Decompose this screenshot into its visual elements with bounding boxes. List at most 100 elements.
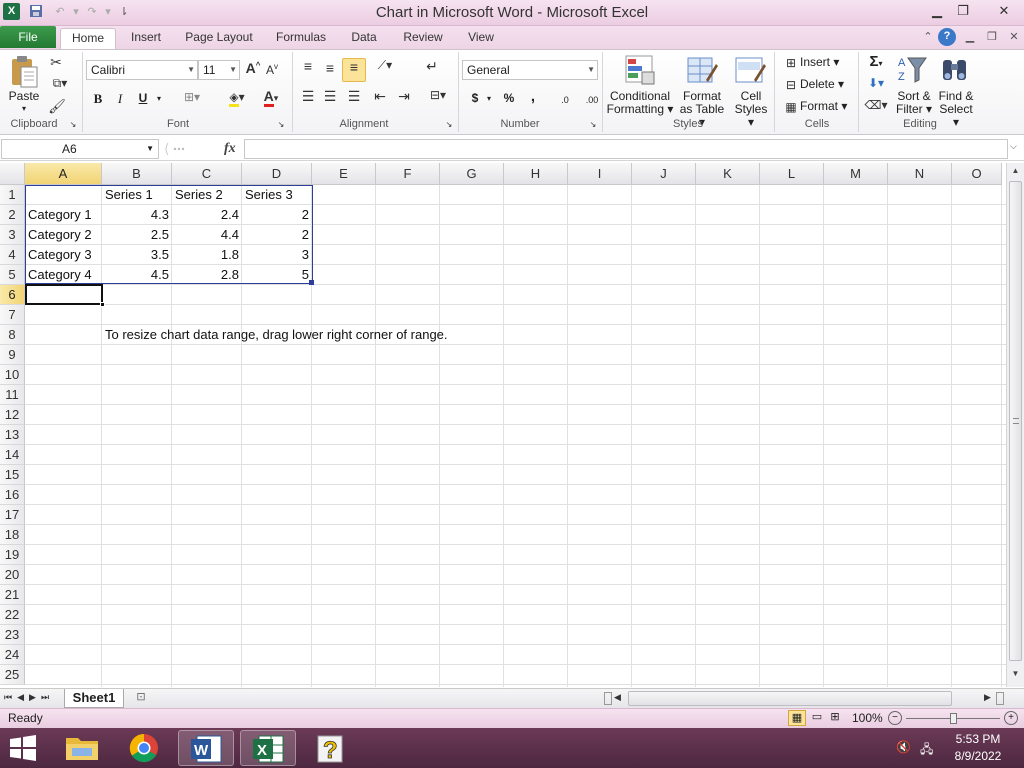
word-taskbar-button[interactable]: W bbox=[178, 730, 234, 766]
normal-view-icon[interactable]: ▦ bbox=[788, 710, 806, 726]
row-header-18[interactable]: 18 bbox=[0, 525, 25, 545]
fill-icon[interactable]: ⬇▾ bbox=[864, 76, 888, 90]
cell-styles-icon[interactable] bbox=[734, 54, 766, 86]
row-header-11[interactable]: 11 bbox=[0, 385, 25, 405]
tab-data[interactable]: Data bbox=[344, 28, 384, 49]
row-header-6[interactable]: 6 bbox=[0, 285, 25, 305]
page-break-view-icon[interactable]: ⊞ bbox=[826, 710, 844, 726]
cell-A5[interactable]: Category 4 bbox=[25, 265, 103, 285]
cell-A3[interactable]: Category 2 bbox=[25, 225, 103, 245]
underline-button[interactable]: U bbox=[134, 92, 152, 105]
cell-D3[interactable]: 2 bbox=[242, 225, 312, 245]
range-resize-handle[interactable] bbox=[309, 280, 314, 285]
scroll-right-icon[interactable]: ▶ bbox=[984, 692, 991, 703]
clear-icon[interactable]: ⌫▾ bbox=[864, 98, 888, 112]
tab-view[interactable]: View bbox=[460, 28, 502, 49]
column-header-a[interactable]: A bbox=[25, 163, 102, 185]
align-middle-icon[interactable]: ≡ bbox=[320, 60, 340, 76]
align-bottom-icon[interactable]: ≡ bbox=[342, 58, 366, 82]
cell-C2[interactable]: 2.4 bbox=[172, 205, 242, 225]
copy-icon[interactable]: ⧉▾ bbox=[48, 76, 72, 91]
zoom-in-icon[interactable]: + bbox=[1004, 711, 1018, 725]
column-header-f[interactable]: F bbox=[376, 163, 440, 185]
delete-cells-button[interactable]: Delete ▾ bbox=[800, 78, 850, 91]
cell-B4[interactable]: 3.5 bbox=[102, 245, 172, 265]
format-cells-icon[interactable]: ▦ bbox=[782, 100, 800, 114]
tab-formulas[interactable]: Formulas bbox=[268, 28, 334, 49]
row-header-5[interactable]: 5 bbox=[0, 265, 25, 285]
increase-decimal-button[interactable]: .0 bbox=[552, 94, 578, 107]
cell-D5[interactable]: 5 bbox=[242, 265, 312, 285]
cell-C4[interactable]: 1.8 bbox=[172, 245, 242, 265]
column-header-c[interactable]: C bbox=[172, 163, 242, 185]
worksheet-grid[interactable]: ABCDEFGHIJKLMNO 1 2 3 4 5 6 7 8 9 10 11 12 13 14 15 16 1… bbox=[0, 163, 1024, 687]
column-header-d[interactable]: D bbox=[242, 163, 312, 185]
decrease-indent-icon[interactable]: ⇤ bbox=[370, 88, 390, 105]
underline-dropdown-icon[interactable]: ▾ bbox=[154, 92, 164, 105]
minimize-ribbon-icon[interactable]: ⌃ bbox=[920, 29, 936, 45]
row-header-2[interactable]: 2 bbox=[0, 205, 25, 225]
cell-B2[interactable]: 4.3 bbox=[102, 205, 172, 225]
row-header-20[interactable]: 20 bbox=[0, 565, 25, 585]
fill-color-icon[interactable]: ◈▾ bbox=[222, 90, 252, 107]
row-header-22[interactable]: 22 bbox=[0, 605, 25, 625]
column-header-g[interactable]: G bbox=[440, 163, 504, 185]
row-header-3[interactable]: 3 bbox=[0, 225, 25, 245]
restore-button[interactable]: ❐ bbox=[948, 0, 978, 22]
sheet-navigation-icons[interactable]: ⏮◀▶⏭ bbox=[4, 692, 54, 703]
paste-icon[interactable] bbox=[9, 55, 39, 89]
alignment-launcher-icon[interactable]: ↘ bbox=[444, 120, 454, 129]
insert-cells-button[interactable]: Insert ▾ bbox=[800, 56, 850, 69]
cut-icon[interactable]: ✂ bbox=[48, 54, 64, 71]
align-left-icon[interactable]: ☰ bbox=[298, 88, 318, 105]
align-right-icon[interactable]: ☰ bbox=[344, 88, 364, 105]
paste-dropdown-icon[interactable]: ▾ bbox=[18, 102, 30, 115]
expand-formula-bar-icon[interactable]: ⌵ bbox=[1010, 141, 1017, 152]
name-box[interactable]: A6 ▼ bbox=[1, 139, 159, 159]
italic-button[interactable]: I bbox=[112, 92, 128, 105]
format-cells-button[interactable]: Format ▾ bbox=[800, 100, 850, 113]
select-all-corner[interactable] bbox=[0, 163, 25, 185]
cell-A4[interactable]: Category 3 bbox=[25, 245, 103, 265]
vertical-scrollbar[interactable]: ▲ ▼ bbox=[1006, 163, 1024, 687]
sheet-tab-sheet1[interactable]: Sheet1 bbox=[64, 689, 124, 708]
cell-C1[interactable]: Series 2 bbox=[172, 185, 242, 205]
horizontal-scroll-thumb[interactable] bbox=[628, 691, 952, 706]
cell-A2[interactable]: Category 1 bbox=[25, 205, 103, 225]
tab-file[interactable]: File bbox=[0, 26, 56, 48]
shrink-font-icon[interactable]: Av bbox=[264, 62, 280, 77]
row-header-1[interactable]: 1 bbox=[0, 185, 25, 205]
percent-button[interactable]: % bbox=[500, 92, 518, 105]
network-icon[interactable]: 🖧 bbox=[920, 740, 938, 756]
help-icon[interactable]: ? bbox=[938, 28, 956, 46]
insert-function-icon[interactable]: fx bbox=[224, 141, 236, 157]
scroll-down-icon[interactable]: ▼ bbox=[1009, 669, 1022, 681]
column-header-n[interactable]: N bbox=[888, 163, 952, 185]
number-launcher-icon[interactable]: ↘ bbox=[588, 120, 598, 129]
active-cell-A6[interactable] bbox=[25, 284, 103, 305]
row-header-16[interactable]: 16 bbox=[0, 485, 25, 505]
align-center-icon[interactable]: ☰ bbox=[320, 88, 340, 105]
font-color-icon[interactable]: A▾ bbox=[256, 88, 286, 107]
row-header-10[interactable]: 10 bbox=[0, 365, 25, 385]
excel-taskbar-button[interactable]: X bbox=[240, 730, 296, 766]
row-header-14[interactable]: 14 bbox=[0, 445, 25, 465]
taskbar-time[interactable]: 5:53 PM bbox=[948, 732, 1008, 746]
column-header-l[interactable]: L bbox=[760, 163, 824, 185]
cell-D1[interactable]: Series 3 bbox=[242, 185, 312, 205]
currency-button[interactable]: $ bbox=[468, 92, 482, 105]
font-name-select[interactable]: Calibri ▼ bbox=[86, 60, 198, 80]
delete-cells-icon[interactable]: ⊟ bbox=[782, 78, 800, 92]
tab-insert[interactable]: Insert bbox=[122, 28, 170, 49]
clipboard-launcher-icon[interactable]: ↘ bbox=[68, 120, 78, 129]
chrome-taskbar-button[interactable] bbox=[116, 730, 172, 766]
formula-input[interactable] bbox=[244, 139, 1008, 159]
scroll-left-icon[interactable]: ◀ bbox=[614, 692, 621, 703]
zoom-level[interactable]: 100% bbox=[852, 711, 883, 725]
row-header-9[interactable]: 9 bbox=[0, 345, 25, 365]
bold-button[interactable]: B bbox=[90, 92, 106, 105]
orientation-icon[interactable]: ⟋▾ bbox=[372, 58, 398, 73]
column-header-e[interactable]: E bbox=[312, 163, 376, 185]
cell-B8[interactable]: To resize chart data range, drag lower r… bbox=[102, 325, 522, 345]
vertical-scroll-thumb[interactable] bbox=[1009, 181, 1022, 661]
